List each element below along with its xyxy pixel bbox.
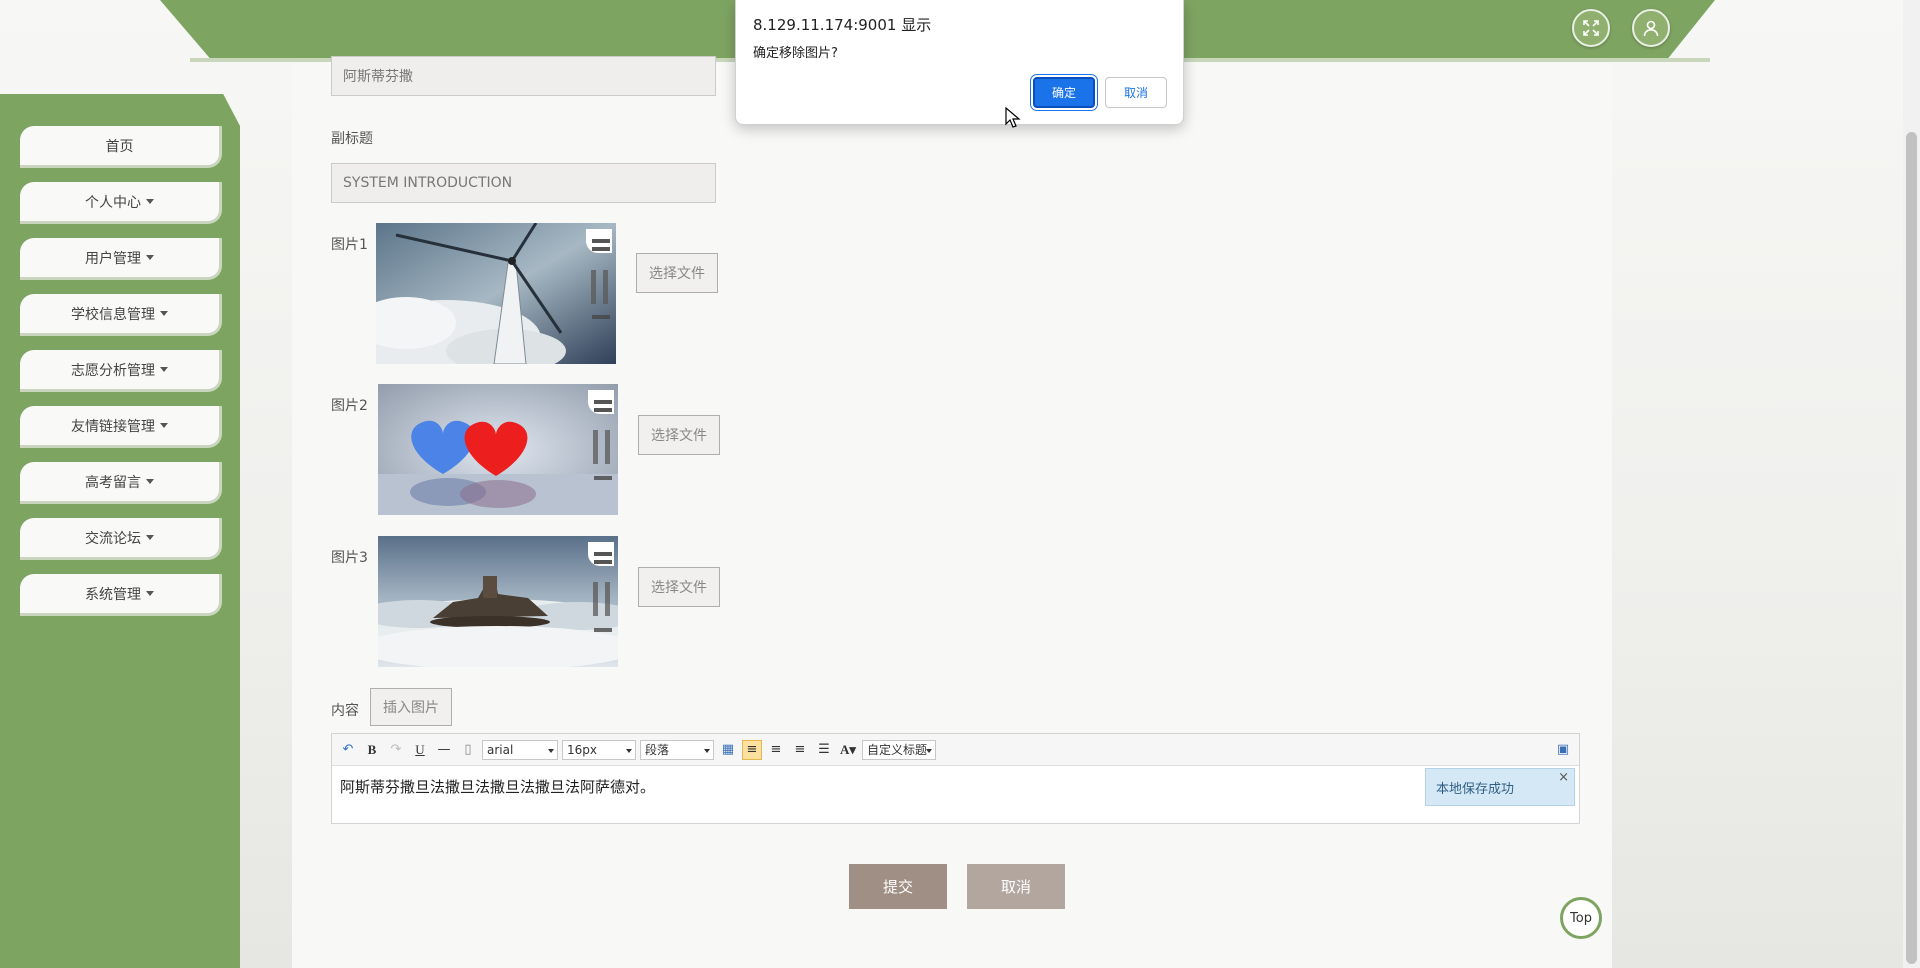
image2-label: 图片2 (331, 398, 368, 414)
caret-down-icon (146, 535, 154, 540)
custom-title-select[interactable]: 自定义标题 (862, 739, 936, 760)
caret-down-icon (146, 199, 154, 204)
submit-button[interactable]: 提交 (849, 864, 947, 909)
image3-label: 图片3 (331, 550, 368, 566)
paragraph-select[interactable]: 段落 (640, 739, 714, 760)
sidebar-item-home[interactable]: 首页 (20, 126, 222, 168)
table-icon[interactable]: ▦ (718, 740, 738, 760)
wind-turbine-image (376, 223, 616, 364)
image3-remove-handle[interactable] (588, 542, 614, 566)
sidebar-item-exam-messages[interactable]: 高考留言 (20, 462, 222, 504)
image1-choose-file-button[interactable]: 选择文件 (636, 253, 718, 293)
insert-image-button[interactable]: 插入图片 (370, 688, 452, 726)
image1-thumbnail[interactable] (376, 223, 616, 364)
caret-down-icon (160, 423, 168, 428)
fullscreen-icon (1583, 20, 1599, 36)
align-right-icon[interactable]: ≡ (766, 740, 786, 760)
align-justify-icon[interactable]: ☰ (814, 740, 834, 760)
sidebar-item-school-info[interactable]: 学校信息管理 (20, 294, 222, 336)
undo-icon[interactable]: ↶ (338, 740, 358, 760)
editor-toolbar: ↶ B ↷ U — ▯ arial 16px 段落 ▦ ≡ ≡ ≡ ☰ A▾ 自… (332, 734, 1579, 766)
scrollbar-thumb[interactable] (1906, 132, 1917, 964)
cancel-button[interactable]: 取消 (967, 864, 1065, 909)
save-success-toast: 本地保存成功 × (1425, 768, 1575, 806)
editor-content[interactable]: 阿斯蒂芬撒旦法撒旦法撒旦法撒旦法阿萨德对。 (332, 766, 1579, 807)
close-icon[interactable]: × (1558, 770, 1569, 785)
font-color-icon[interactable]: A▾ (838, 740, 858, 760)
sidebar-item-user-management[interactable]: 用户管理 (20, 238, 222, 280)
title-input[interactable]: 阿斯蒂芬撒 (331, 56, 716, 96)
sidebar-item-personal-center[interactable]: 个人中心 (20, 182, 222, 224)
subtitle-label: 副标题 (331, 131, 373, 147)
caret-down-icon (160, 311, 168, 316)
image3-choose-file-button[interactable]: 选择文件 (638, 567, 720, 607)
sidebar-item-system-management[interactable]: 系统管理 (20, 574, 222, 616)
font-family-select[interactable]: arial (482, 739, 558, 760)
mouse-cursor-icon (1005, 107, 1021, 128)
subtitle-input[interactable]: SYSTEM INTRODUCTION (331, 163, 716, 203)
image1-label: 图片1 (331, 237, 368, 253)
image3-thumbnail[interactable] (378, 536, 618, 667)
page-scrollbar[interactable] (1903, 0, 1920, 968)
image2-choose-file-button[interactable]: 选择文件 (638, 415, 720, 455)
dialog-ok-button[interactable]: 确定 (1033, 77, 1095, 108)
underline-icon[interactable]: U (410, 740, 430, 760)
font-size-select[interactable]: 16px (562, 739, 636, 760)
sidebar-item-application-analysis[interactable]: 志愿分析管理 (20, 350, 222, 392)
horizontal-rule-icon[interactable]: — (434, 740, 454, 760)
image2-thumbnail[interactable] (378, 384, 618, 515)
user-button[interactable] (1632, 9, 1670, 47)
bold-icon[interactable]: B (362, 740, 382, 760)
caret-down-icon (160, 367, 168, 372)
caret-down-icon (146, 479, 154, 484)
preview-icon[interactable]: ▣ (1553, 740, 1573, 760)
dialog-message: 确定移除图片? (753, 46, 838, 61)
image1-remove-handle[interactable] (586, 229, 612, 253)
confirm-dialog: 8.129.11.174:9001 显示 确定移除图片? 确定 取消 (735, 0, 1184, 125)
dialog-cancel-button[interactable]: 取消 (1105, 77, 1167, 108)
caret-down-icon (146, 255, 154, 260)
foggy-castle-image (378, 536, 618, 667)
content-label: 内容 (331, 703, 359, 719)
sidebar-item-friend-links[interactable]: 友情链接管理 (20, 406, 222, 448)
user-icon (1643, 20, 1659, 37)
caret-down-icon (146, 591, 154, 596)
image2-remove-handle[interactable] (588, 390, 614, 414)
sidebar-item-forum[interactable]: 交流论坛 (20, 518, 222, 560)
back-to-top-button[interactable]: Top (1560, 897, 1602, 939)
rich-text-editor[interactable]: ↶ B ↷ U — ▯ arial 16px 段落 ▦ ≡ ≡ ≡ ☰ A▾ 自… (331, 733, 1580, 824)
page-icon[interactable]: ▯ (458, 740, 478, 760)
sidebar-header (0, 94, 240, 126)
hearts-image (378, 384, 618, 515)
align-left-icon[interactable]: ≡ (742, 739, 762, 760)
dialog-title: 8.129.11.174:9001 显示 (753, 16, 932, 34)
redo-icon[interactable]: ↷ (386, 740, 406, 760)
align-center-icon[interactable]: ≡ (790, 740, 810, 760)
fullscreen-button[interactable] (1572, 9, 1610, 47)
